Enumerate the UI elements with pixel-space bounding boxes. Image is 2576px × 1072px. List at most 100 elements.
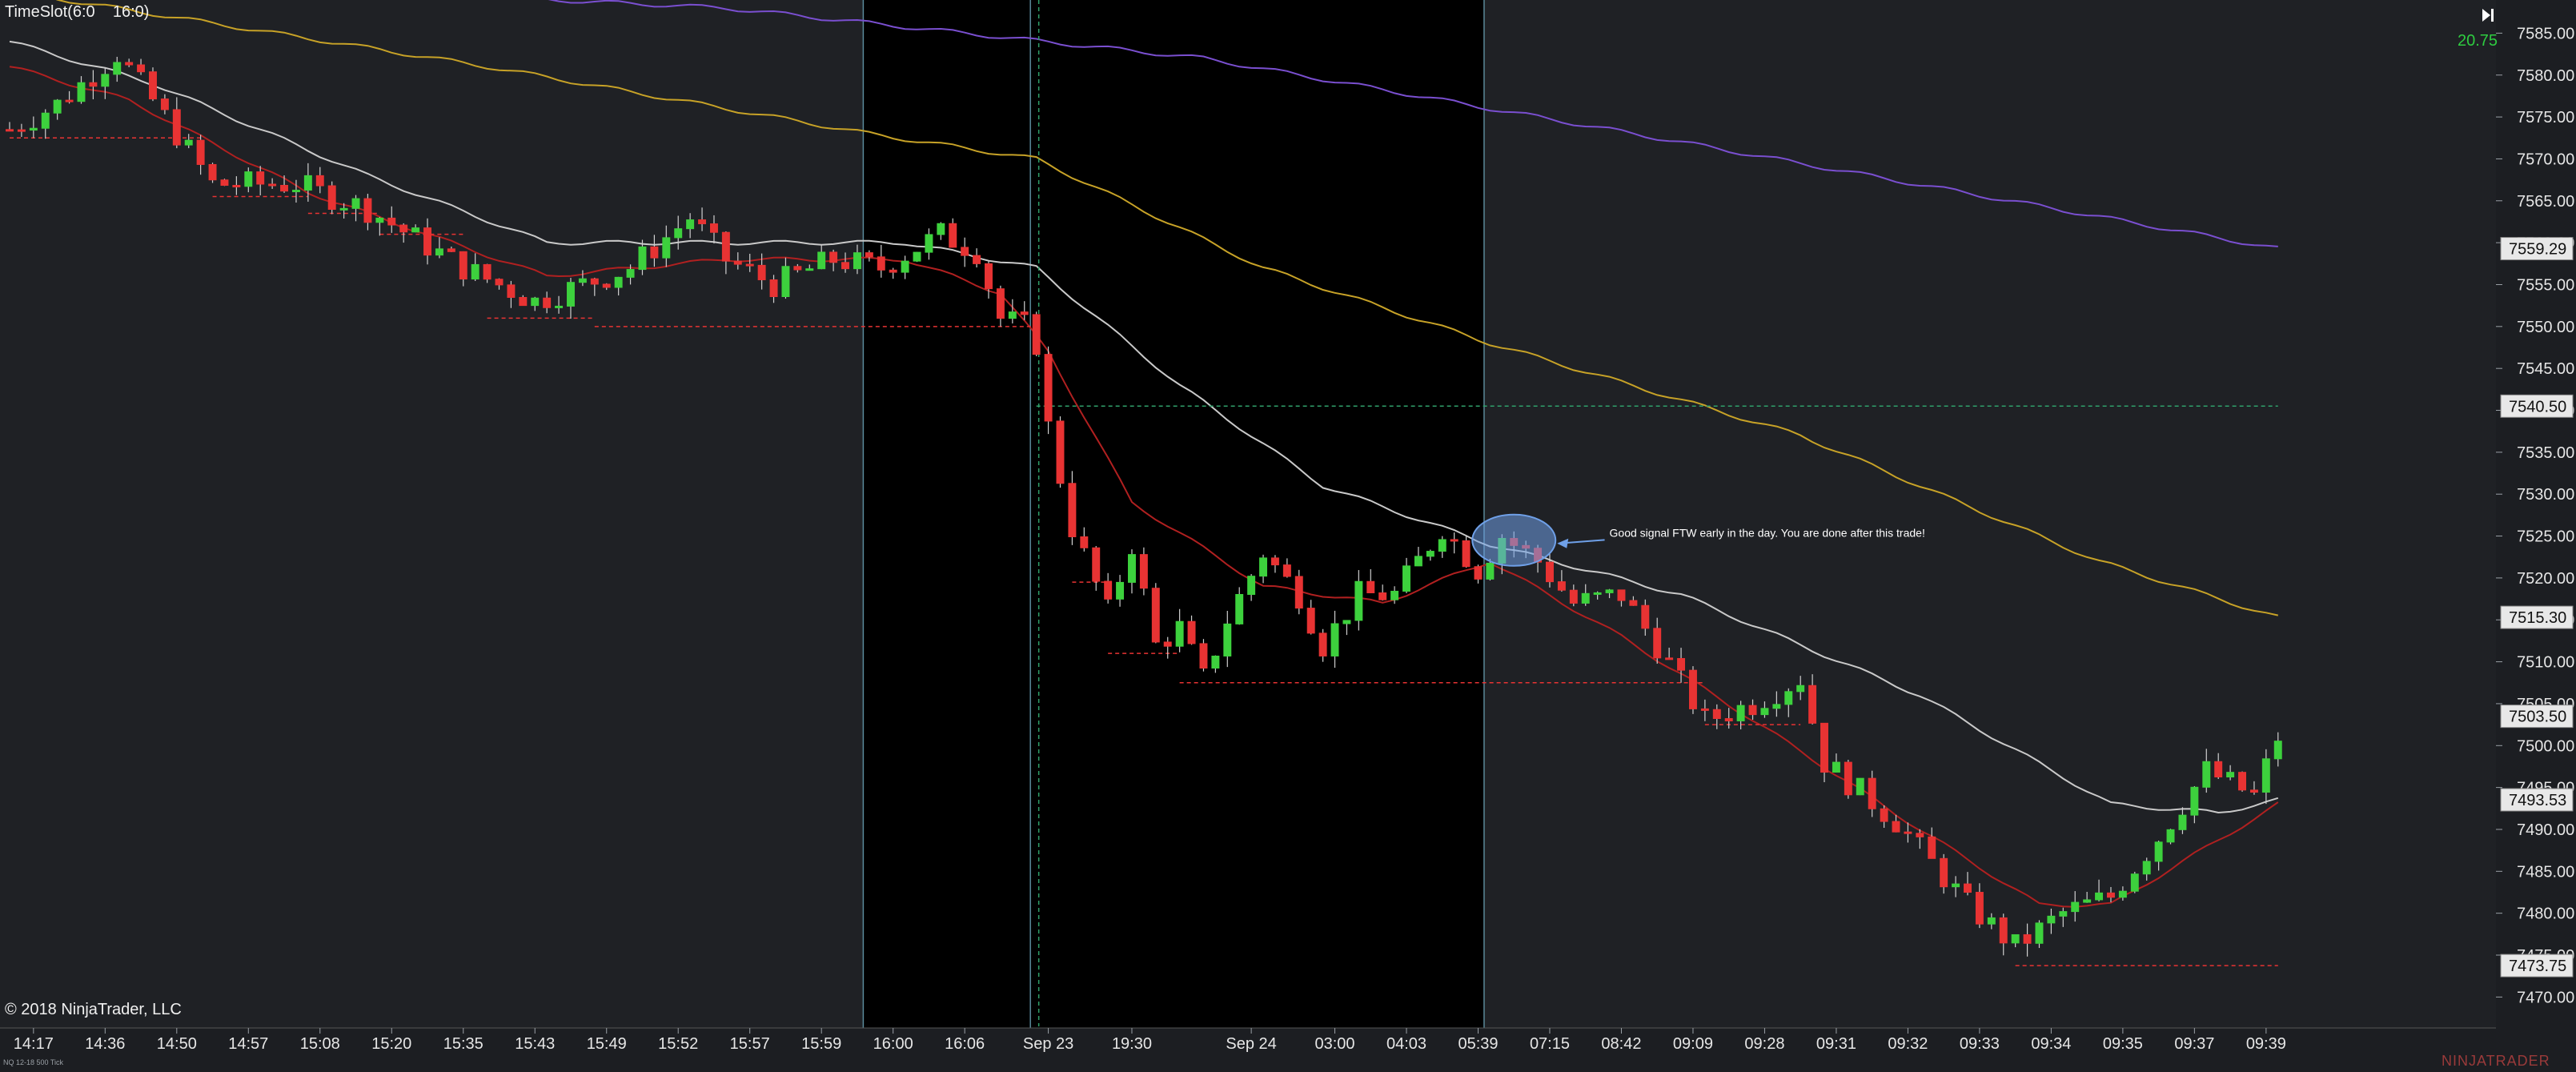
price-tick-label: 7520.00 — [2517, 570, 2574, 588]
price-tick-label: 7490.00 — [2517, 821, 2574, 839]
candle-body — [471, 263, 479, 280]
candle-body — [137, 64, 146, 73]
candle-body — [1247, 576, 1256, 596]
candle-body — [1724, 718, 1733, 721]
candle-body — [1294, 576, 1303, 609]
candle-body — [2142, 861, 2151, 875]
time-tick-label: 05:39 — [1458, 1035, 1498, 1053]
candle-body — [1366, 580, 1375, 593]
candle-body — [1904, 831, 1912, 834]
candle-body — [721, 231, 730, 262]
candle-body — [841, 262, 849, 270]
candle-body — [757, 264, 766, 281]
candle-body — [2071, 901, 2080, 913]
price-tick-label: 7470.00 — [2517, 989, 2574, 1006]
candle-body — [2059, 911, 2068, 917]
candle-body — [303, 175, 312, 191]
candle-body — [1916, 833, 1924, 837]
candle-body — [77, 82, 86, 102]
candle-body — [208, 163, 217, 181]
price-tick-label: 7545.00 — [2517, 360, 2574, 378]
candle-body — [1856, 777, 1864, 796]
candle-body — [1139, 554, 1148, 589]
candle-body — [1092, 547, 1101, 582]
candle-body — [1832, 761, 1840, 773]
candle-body — [590, 278, 599, 285]
price-tick-label: 7530.00 — [2517, 486, 2574, 504]
candle-body — [1390, 590, 1399, 600]
candle-body — [1330, 623, 1339, 656]
candle-body — [2273, 741, 2282, 760]
time-tick-label: 15:59 — [801, 1035, 841, 1053]
price-marker-label: 7473.75 — [2509, 958, 2566, 975]
price-chart[interactable]: Good signal FTW early in the day. You ar… — [0, 0, 2576, 1072]
price-marker-label: 7493.53 — [2509, 792, 2566, 809]
time-tick-label: 09:37 — [2174, 1035, 2214, 1053]
candle-body — [363, 198, 372, 223]
candle-body — [1940, 857, 1948, 888]
candle-body — [2261, 758, 2270, 793]
candle-body — [877, 256, 885, 271]
candle-body — [1163, 641, 1172, 647]
candle-body — [1426, 551, 1434, 557]
candle-body — [196, 139, 205, 165]
candle-body — [101, 74, 110, 87]
candle-body — [674, 228, 683, 239]
candle-body — [507, 284, 516, 298]
price-tick-label: 7500.00 — [2517, 737, 2574, 755]
candle-body — [232, 185, 241, 188]
time-tick-label: 09:34 — [2031, 1035, 2071, 1053]
candle-body — [1474, 566, 1483, 580]
candle-body — [2083, 899, 2092, 903]
candle-body — [291, 190, 300, 193]
candle-body — [578, 278, 587, 283]
candle — [327, 181, 336, 215]
candle-body — [1354, 580, 1363, 621]
candle-body — [17, 129, 26, 132]
skip-forward-icon[interactable] — [2480, 6, 2496, 24]
time-tick-label: 09:39 — [2246, 1035, 2286, 1053]
candle-body — [1008, 311, 1017, 319]
candle-body — [315, 175, 324, 187]
candle-body — [1318, 632, 1327, 656]
time-tick-label: 15:35 — [443, 1035, 484, 1053]
candle-body — [2154, 841, 2163, 862]
candle-body — [555, 305, 564, 308]
price-tick-label: 7550.00 — [2517, 319, 2574, 336]
candle-body — [459, 251, 467, 280]
candle-body — [1748, 705, 1757, 716]
candle-body — [829, 251, 838, 263]
candle-body — [1784, 691, 1793, 705]
candle-body — [1653, 628, 1662, 659]
candle-body — [1104, 580, 1113, 600]
candle-body — [65, 99, 74, 102]
candle-body — [1892, 821, 1900, 833]
candle-body — [2130, 873, 2139, 892]
candle-body — [125, 62, 134, 66]
candle-body — [2023, 933, 2032, 944]
candle — [2238, 771, 2246, 792]
candle-body — [1211, 655, 1220, 669]
price-tick-label: 7575.00 — [2517, 109, 2574, 126]
annotation-ellipse — [1471, 513, 1557, 567]
candle-body — [1677, 657, 1686, 671]
time-tick-label: 09:33 — [1960, 1035, 2000, 1053]
candle-body — [2047, 915, 2056, 924]
candle-body — [1414, 556, 1422, 567]
candle-body — [1665, 657, 1674, 660]
candle-body — [339, 207, 348, 211]
candle-body — [1032, 314, 1041, 355]
candle-body — [1020, 311, 1029, 315]
candle-body — [1844, 761, 1852, 796]
candle-body — [89, 82, 98, 87]
candle — [208, 163, 217, 183]
candle-body — [280, 185, 289, 192]
candle-body — [650, 246, 659, 259]
candle-body — [41, 112, 50, 129]
instrument-label: NQ 12-18 500 Tick — [3, 1058, 64, 1066]
candle-body — [1127, 554, 1136, 583]
candle-body — [1712, 709, 1721, 720]
candle-body — [2178, 814, 2187, 830]
candle-body — [1868, 777, 1876, 809]
candle-body — [913, 251, 921, 262]
